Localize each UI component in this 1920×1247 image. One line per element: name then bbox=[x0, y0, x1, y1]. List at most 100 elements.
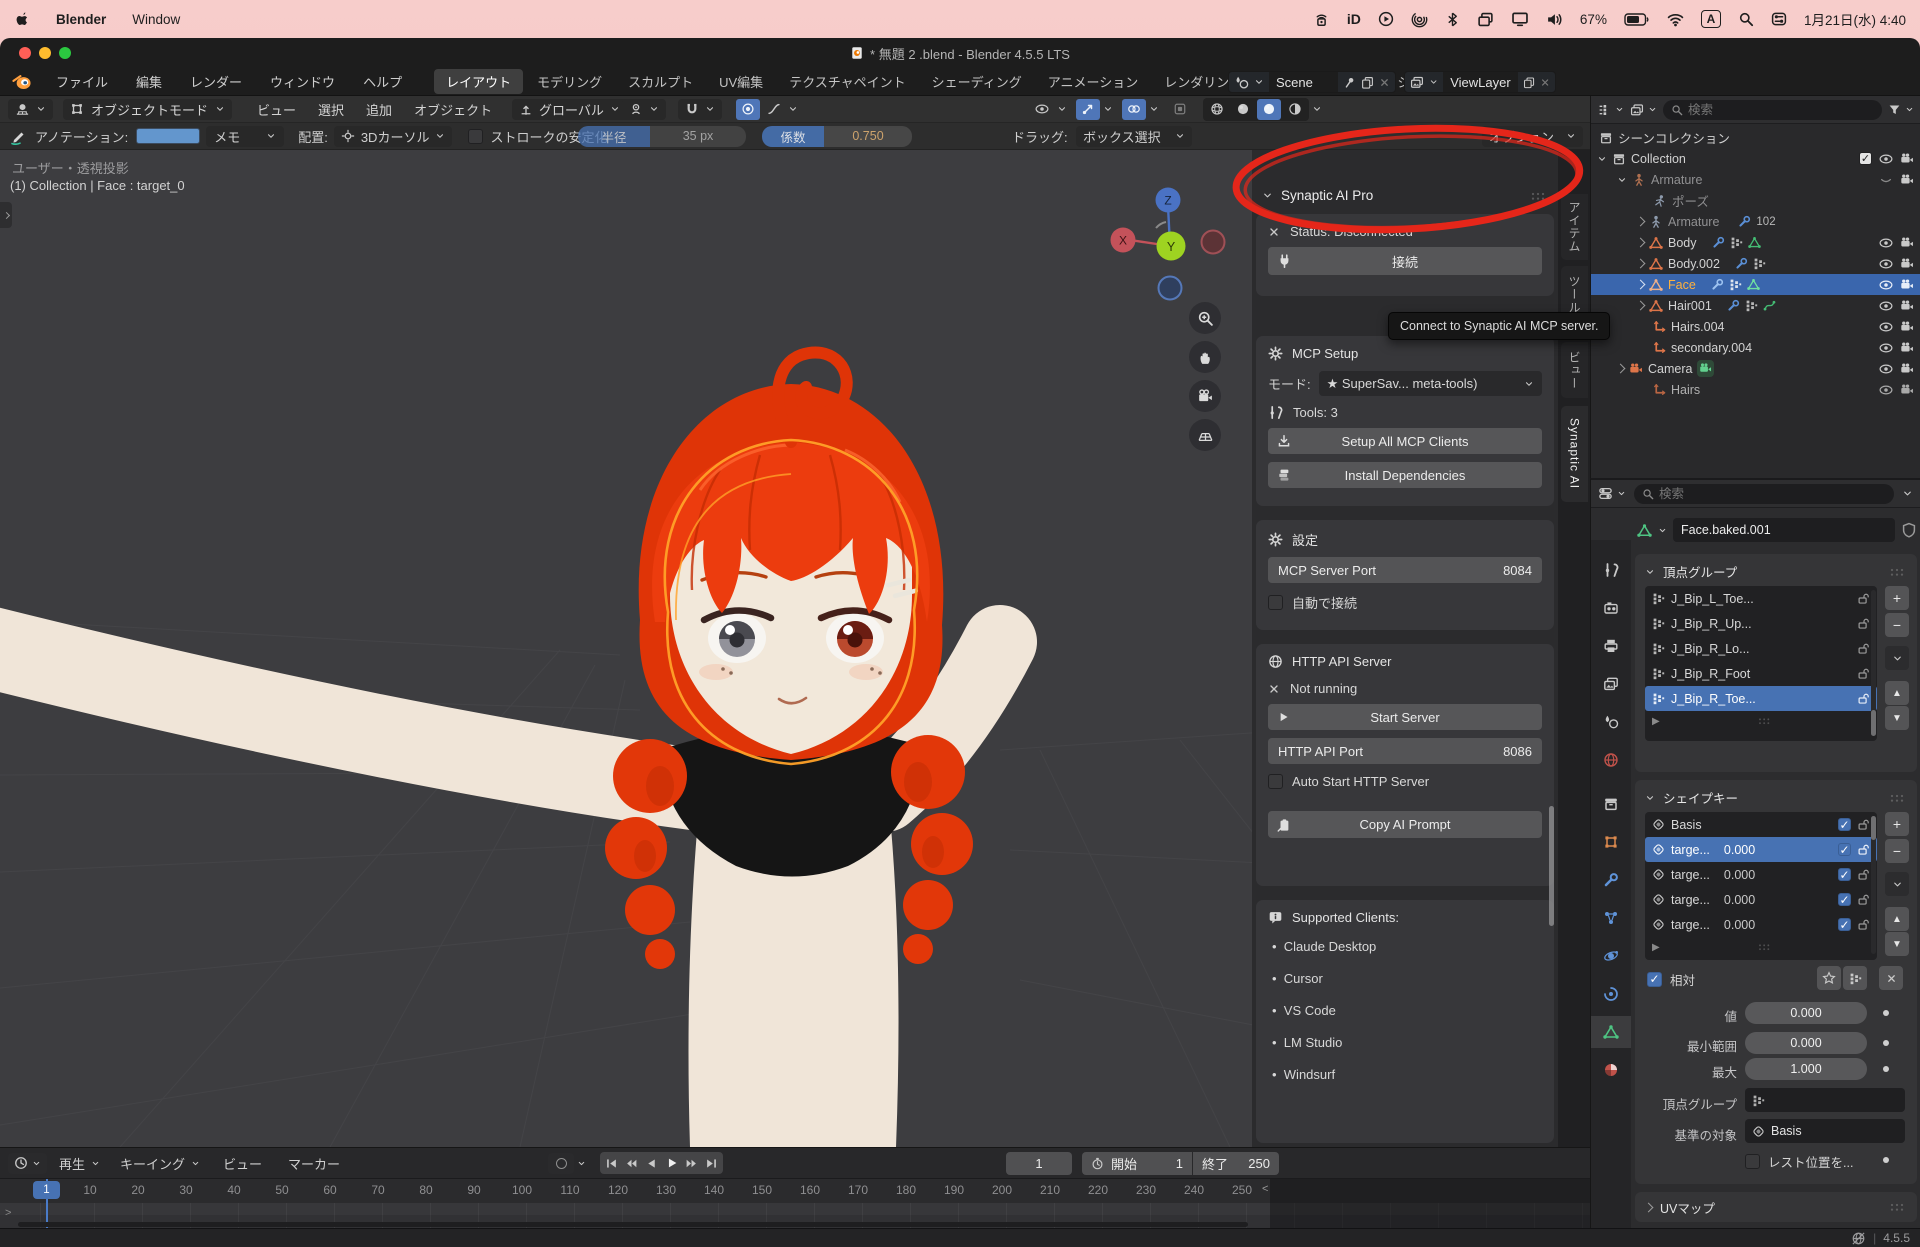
volume-icon[interactable] bbox=[1546, 11, 1563, 28]
camera-visibility-icon[interactable] bbox=[1900, 383, 1914, 397]
workspace-tab-shading[interactable]: シェーディング bbox=[920, 69, 1034, 94]
animate-dot[interactable] bbox=[1883, 1040, 1889, 1046]
mac-window-menu[interactable]: Window bbox=[132, 12, 180, 27]
shapekey-mute-checkbox[interactable]: ✓ bbox=[1838, 818, 1851, 831]
shading-dropdown[interactable] bbox=[1312, 104, 1322, 114]
eye-icon[interactable] bbox=[1879, 299, 1893, 313]
current-frame-field[interactable]: 1 bbox=[1006, 1152, 1072, 1175]
eye-icon[interactable] bbox=[1879, 236, 1893, 250]
timeline-scrollbar[interactable] bbox=[18, 1222, 1248, 1227]
panel-scrollbar[interactable] bbox=[1549, 806, 1554, 926]
gizmo-x-neg-axis[interactable] bbox=[1202, 231, 1225, 254]
workspace-tab-layout[interactable]: レイアウト bbox=[434, 69, 523, 94]
gizmo-y-neg-axis[interactable] bbox=[1159, 277, 1182, 300]
mode-dropdown[interactable]: ★ SuperSav... meta-tools) bbox=[1319, 371, 1542, 396]
eye-icon[interactable] bbox=[1879, 341, 1893, 355]
mcp-server-port-field[interactable]: MCP Server Port 8084 bbox=[1268, 557, 1542, 583]
menu-timeline-view[interactable]: ビュー bbox=[212, 1154, 273, 1173]
outliner-row-camera[interactable]: Camera bbox=[1591, 358, 1920, 379]
chevron-down-icon[interactable] bbox=[1658, 526, 1667, 535]
list-scrollbar[interactable] bbox=[1871, 816, 1876, 954]
panel-grip[interactable] bbox=[1889, 566, 1907, 578]
shapekey-row-selected[interactable]: targe...0.000✓ bbox=[1645, 837, 1877, 862]
falloff-button[interactable] bbox=[762, 99, 786, 120]
panel-title[interactable]: Synaptic AI Pro bbox=[1281, 188, 1373, 203]
menu-object[interactable]: オブジェクト bbox=[403, 100, 503, 119]
tab-collection-properties[interactable] bbox=[1591, 788, 1631, 820]
annotation-layer-select[interactable]: メモ bbox=[206, 126, 284, 147]
pan-viewport-button[interactable] bbox=[1189, 341, 1221, 373]
radius-slider[interactable]: 半径 35 px bbox=[578, 126, 746, 147]
tab-material-properties[interactable] bbox=[1591, 1054, 1631, 1086]
outliner-row-collection[interactable]: Collection ✓ bbox=[1591, 148, 1920, 169]
airdrop-icon[interactable] bbox=[1411, 11, 1428, 28]
shapekey-mute-checkbox[interactable]: ✓ bbox=[1838, 918, 1851, 931]
lock-open-icon[interactable] bbox=[1857, 918, 1870, 931]
pin-shapekey-button[interactable] bbox=[1817, 966, 1841, 990]
tab-particle-properties[interactable] bbox=[1591, 902, 1631, 934]
setup-all-mcp-clients-button[interactable]: Setup All MCP Clients bbox=[1268, 428, 1542, 454]
fake-user-shield-icon[interactable] bbox=[1901, 522, 1917, 538]
vgroup-remove-button[interactable]: − bbox=[1885, 613, 1909, 637]
editor-type-button[interactable] bbox=[8, 99, 53, 120]
lock-open-icon[interactable] bbox=[1857, 868, 1870, 881]
battery-icon[interactable] bbox=[1624, 13, 1650, 26]
shapekey-clear-button[interactable] bbox=[1879, 966, 1903, 990]
camera-view-button[interactable] bbox=[1189, 380, 1221, 412]
options-dropdown[interactable]: オプション bbox=[1482, 126, 1583, 147]
play-reverse-button[interactable] bbox=[642, 1153, 661, 1173]
tab-scene-properties[interactable] bbox=[1591, 706, 1631, 738]
lock-open-icon[interactable] bbox=[1857, 592, 1870, 605]
control-center-icon[interactable] bbox=[1771, 11, 1787, 27]
properties-search[interactable] bbox=[1634, 484, 1894, 504]
screen-mirroring-icon[interactable] bbox=[1477, 11, 1494, 28]
properties-editor-type[interactable] bbox=[1598, 486, 1626, 501]
collapse-icon[interactable] bbox=[1262, 190, 1273, 201]
menu-marker[interactable]: マーカー bbox=[277, 1154, 351, 1173]
drag-mode-select[interactable]: ボックス選択 bbox=[1076, 126, 1192, 147]
value-field[interactable]: 0.000 bbox=[1745, 1002, 1867, 1024]
frame-end-field[interactable]: 終了 250 bbox=[1193, 1152, 1279, 1175]
shapekey-remove-button[interactable]: − bbox=[1885, 839, 1909, 863]
overlays-toggle[interactable] bbox=[1122, 99, 1146, 120]
camera-visibility-icon[interactable] bbox=[1900, 173, 1914, 187]
shapekey-mute-checkbox[interactable]: ✓ bbox=[1838, 843, 1851, 856]
new-viewlayer-icon[interactable] bbox=[1523, 76, 1535, 89]
menu-window[interactable]: ウィンドウ bbox=[256, 68, 349, 96]
panel-grip[interactable] bbox=[1889, 1201, 1907, 1213]
eye-icon[interactable] bbox=[1879, 278, 1893, 292]
bluetooth-icon[interactable] bbox=[1445, 12, 1460, 27]
scene-name[interactable]: Scene bbox=[1269, 72, 1338, 92]
panel-grip[interactable] bbox=[1530, 190, 1548, 202]
id-status-icon[interactable]: iD bbox=[1347, 11, 1361, 27]
vertex-group-field[interactable] bbox=[1745, 1088, 1905, 1112]
scene-selector[interactable]: Scene bbox=[1228, 71, 1396, 93]
outliner-display-mode[interactable] bbox=[1597, 103, 1624, 117]
animate-dot[interactable] bbox=[1883, 1010, 1889, 1016]
eye-icon[interactable] bbox=[1879, 320, 1893, 334]
workspace-tab-sculpt[interactable]: スカルプト bbox=[616, 69, 705, 94]
orthographic-toggle-button[interactable] bbox=[1189, 419, 1221, 451]
outliner-search[interactable] bbox=[1663, 100, 1882, 120]
tab-object-properties[interactable] bbox=[1591, 826, 1631, 858]
shapekey-mute-checkbox[interactable]: ✓ bbox=[1838, 893, 1851, 906]
input-source-badge[interactable]: A bbox=[1701, 10, 1721, 28]
auto-start-http-checkbox[interactable] bbox=[1268, 774, 1283, 789]
snap-button[interactable] bbox=[678, 99, 722, 120]
vgroup-add-button[interactable]: + bbox=[1885, 586, 1909, 610]
lock-open-icon[interactable] bbox=[1857, 893, 1870, 906]
shapekey-add-button[interactable]: + bbox=[1885, 812, 1909, 836]
camera-visibility-icon[interactable] bbox=[1900, 152, 1914, 166]
new-scene-icon[interactable] bbox=[1361, 76, 1374, 89]
shading-material-button[interactable] bbox=[1257, 99, 1281, 120]
camera-visibility-icon[interactable] bbox=[1900, 278, 1914, 292]
camera-visibility-icon[interactable] bbox=[1900, 362, 1914, 376]
spotlight-icon[interactable] bbox=[1738, 11, 1754, 27]
mode-selector[interactable]: オブジェクトモード bbox=[63, 99, 232, 120]
http-api-port-field[interactable]: HTTP API Port 8086 bbox=[1268, 738, 1542, 764]
menu-render[interactable]: レンダー bbox=[176, 68, 256, 96]
shading-solid-button[interactable] bbox=[1231, 99, 1255, 120]
vgroup-row[interactable]: J_Bip_R_Up... bbox=[1645, 611, 1877, 636]
prev-keyframe-button[interactable] bbox=[622, 1153, 641, 1173]
channel-expand-icon[interactable]: > bbox=[5, 1207, 11, 1219]
